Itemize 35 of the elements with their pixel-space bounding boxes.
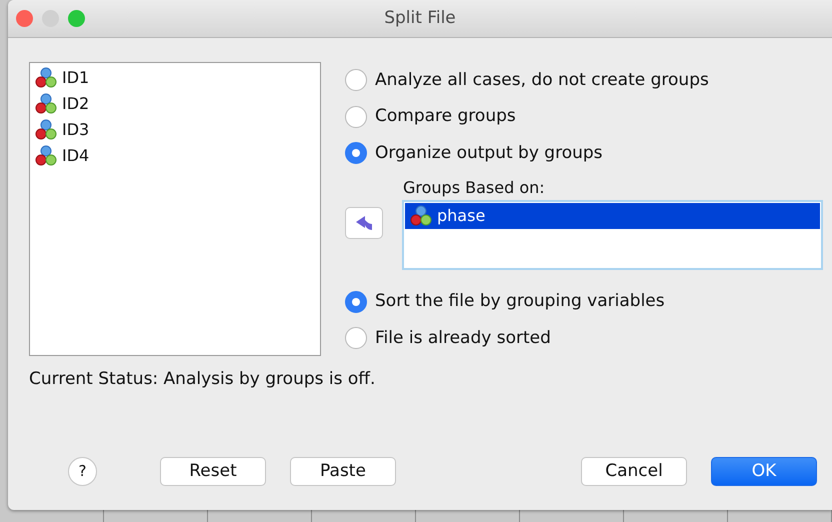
variable-icon xyxy=(409,204,433,228)
radio-label: Sort the file by grouping variables xyxy=(375,290,665,313)
variable-name: ID3 xyxy=(62,119,90,141)
variable-icon xyxy=(34,92,58,116)
radio-label: Analyze all cases, do not create groups xyxy=(375,68,709,92)
status-text: Current Status: Analysis by groups is off. xyxy=(28,368,376,390)
radio-button[interactable] xyxy=(345,327,367,350)
variable-icon xyxy=(34,118,58,142)
radio-button[interactable] xyxy=(345,290,367,313)
variable-list[interactable]: ID1 ID2 ID3 ID4 xyxy=(29,62,321,356)
dialog-button[interactable]: Reset xyxy=(160,457,266,486)
zoom-button[interactable] xyxy=(68,10,85,27)
variable-name: ID2 xyxy=(62,93,90,115)
variable-name: ID1 xyxy=(62,67,90,89)
radio-button[interactable] xyxy=(345,69,367,92)
group-variable-row[interactable]: phase xyxy=(405,202,820,228)
radio-button[interactable] xyxy=(345,142,367,164)
arrow-icon xyxy=(354,214,374,232)
radio-label: Organize output by groups xyxy=(375,142,603,164)
help-button[interactable]: ? xyxy=(68,457,97,486)
dialog-button[interactable]: Cancel xyxy=(581,457,687,486)
radio-label: File is already sorted xyxy=(375,326,551,350)
window-title: Split File xyxy=(383,6,457,30)
close-button[interactable] xyxy=(16,10,33,27)
variable-icon xyxy=(34,66,58,90)
dialog-button[interactable]: Paste xyxy=(290,457,396,486)
groups-label: Groups Based on: xyxy=(403,176,546,198)
minimize-button[interactable] xyxy=(42,10,59,27)
variable-name: ID4 xyxy=(62,145,90,167)
move-back-button[interactable] xyxy=(345,206,383,238)
variable-icon xyxy=(34,144,58,168)
radio-label: Compare groups xyxy=(375,105,516,128)
groups-list[interactable]: phase xyxy=(402,200,823,270)
ok-button[interactable]: OK xyxy=(711,457,817,486)
radio-button[interactable] xyxy=(345,106,367,128)
